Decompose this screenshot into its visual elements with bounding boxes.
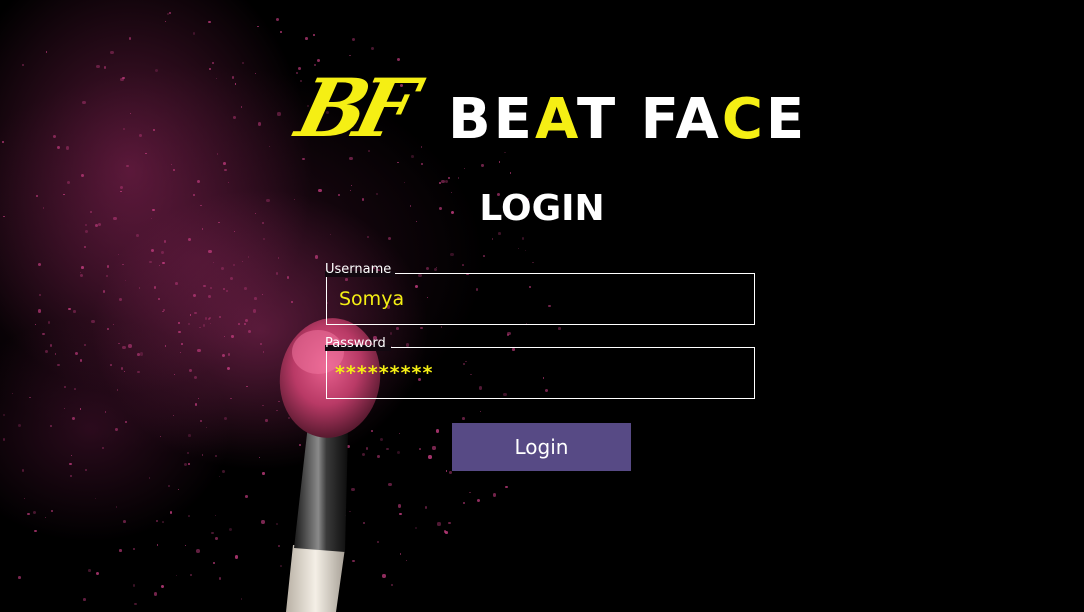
brand-word-part-accent: C: [721, 87, 766, 152]
login-button[interactable]: Login: [452, 423, 631, 471]
brand-monogram: BF: [288, 61, 417, 155]
username-field: Username: [325, 263, 755, 325]
brand-wordmark: BEAT FACE: [448, 92, 807, 148]
password-field: Password: [325, 337, 755, 399]
login-screen: BF BEAT FACE LOGIN Username Password Log…: [0, 0, 1084, 612]
brand-word-part: T F: [576, 87, 676, 152]
username-input[interactable]: [339, 274, 744, 324]
brand-word-part: BE: [448, 87, 535, 152]
brand-word-part: E: [765, 87, 808, 152]
brand-word-part: A: [675, 87, 722, 152]
page-title: LOGIN: [479, 188, 605, 229]
brand-logo: BF BEAT FACE: [288, 61, 804, 164]
password-input[interactable]: [335, 348, 740, 398]
brand-word-part-accent: A: [534, 87, 577, 152]
